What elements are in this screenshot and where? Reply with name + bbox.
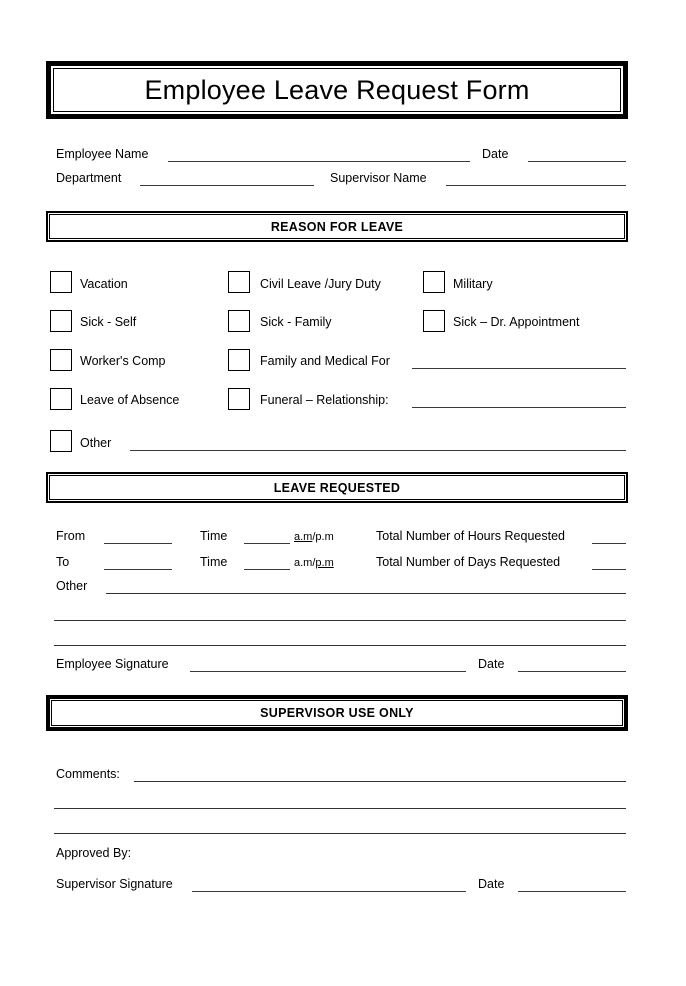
leave-requested-header-label: LEAVE REQUESTED xyxy=(273,480,401,495)
page-title: Employee Leave Request Form xyxy=(144,74,530,105)
form-title-box: Employee Leave Request Form xyxy=(46,61,628,119)
employee-signature-date-input[interactable] xyxy=(518,671,626,672)
employee-signature-label: Employee Signature xyxy=(56,657,169,671)
to-time-label: Time xyxy=(200,555,228,569)
checkbox-label-sick-dr-appointment: Sick – Dr. Appointment xyxy=(453,315,580,329)
total-hours-label: Total Number of Hours Requested xyxy=(376,529,565,543)
checkbox-label-vacation: Vacation xyxy=(80,277,128,291)
employee-name-label: Employee Name xyxy=(56,147,149,161)
checkbox-vacation[interactable] xyxy=(50,271,72,293)
comments-label: Comments: xyxy=(56,767,120,781)
total-days-label: Total Number of Days Requested xyxy=(376,555,561,569)
checkbox-funeral[interactable] xyxy=(228,388,250,410)
checkbox-label-other-reason: Other xyxy=(80,436,112,450)
checkbox-workers-comp[interactable] xyxy=(50,349,72,371)
checkbox-label-sick-self: Sick - Self xyxy=(80,315,137,329)
reason-for-leave-header-inner: REASON FOR LEAVE xyxy=(49,214,625,239)
supervisor-use-only-header: SUPERVISOR USE ONLY xyxy=(46,695,628,731)
checkbox-label-funeral: Funeral – Relationship: xyxy=(260,393,389,407)
from-time-input[interactable] xyxy=(244,543,290,544)
checkbox-other-reason[interactable] xyxy=(50,430,72,452)
family-and-medical-input[interactable] xyxy=(412,368,626,369)
checkbox-leave-of-absence[interactable] xyxy=(50,388,72,410)
form-title-inner: Employee Leave Request Form xyxy=(53,68,621,112)
employee-name-input[interactable] xyxy=(168,161,470,162)
supervisor-signature-date-label: Date xyxy=(478,877,505,891)
to-ampm-selector[interactable]: a.m/p.m xyxy=(294,558,334,569)
checkbox-civil-leave-jury-duty[interactable] xyxy=(228,271,250,293)
department-input[interactable] xyxy=(140,185,314,186)
comments-input-line-3[interactable] xyxy=(54,833,626,834)
from-time-label: Time xyxy=(200,529,228,543)
total-hours-input[interactable] xyxy=(592,543,626,544)
checkbox-military[interactable] xyxy=(423,271,445,293)
leave-requested-header-inner: LEAVE REQUESTED xyxy=(49,475,625,500)
checkbox-label-workers-comp: Worker's Comp xyxy=(80,354,166,368)
leave-other-input-line-3[interactable] xyxy=(54,645,626,646)
other-reason-input[interactable] xyxy=(130,450,626,451)
to-ampm-pm[interactable]: p.m xyxy=(315,557,333,569)
leave-other-input-line-2[interactable] xyxy=(54,620,626,621)
to-label: To xyxy=(56,555,70,569)
supervisor-signature-input[interactable] xyxy=(192,891,466,892)
to-time-input[interactable] xyxy=(244,569,290,570)
date-input[interactable] xyxy=(528,161,626,162)
supervisor-signature-label: Supervisor Signature xyxy=(56,877,173,891)
supervisor-use-only-header-inner: SUPERVISOR USE ONLY xyxy=(51,700,623,726)
employee-signature-input[interactable] xyxy=(190,671,466,672)
form-page: Employee Leave Request Form Employee Nam… xyxy=(0,0,686,986)
checkbox-sick-family[interactable] xyxy=(228,310,250,332)
checkbox-label-leave-of-absence: Leave of Absence xyxy=(80,393,180,407)
reason-for-leave-header-label: REASON FOR LEAVE xyxy=(270,219,404,234)
approved-by-label: Approved By: xyxy=(56,846,132,860)
checkbox-label-sick-family: Sick - Family xyxy=(260,315,332,329)
leave-other-input-line-1[interactable] xyxy=(106,593,626,594)
leave-other-label: Other xyxy=(56,579,88,593)
checkbox-sick-self[interactable] xyxy=(50,310,72,332)
comments-input-line-2[interactable] xyxy=(54,808,626,809)
reason-for-leave-header: REASON FOR LEAVE xyxy=(46,211,628,242)
from-input[interactable] xyxy=(104,543,172,544)
employee-signature-date-label: Date xyxy=(478,657,505,671)
leave-requested-header: LEAVE REQUESTED xyxy=(46,472,628,503)
from-ampm-selector[interactable]: a.m/p.m xyxy=(294,532,334,543)
from-ampm-pm[interactable]: p.m xyxy=(315,531,333,543)
checkbox-label-civil-leave-jury-duty: Civil Leave /Jury Duty xyxy=(260,277,381,291)
to-input[interactable] xyxy=(104,569,172,570)
total-days-input[interactable] xyxy=(592,569,626,570)
checkbox-label-family-and-medical: Family and Medical For xyxy=(260,354,390,368)
funeral-relationship-input[interactable] xyxy=(412,407,626,408)
checkbox-family-and-medical[interactable] xyxy=(228,349,250,371)
supervisor-name-input[interactable] xyxy=(446,185,626,186)
to-ampm-am[interactable]: a.m xyxy=(294,557,312,569)
supervisor-signature-date-input[interactable] xyxy=(518,891,626,892)
supervisor-name-label: Supervisor Name xyxy=(330,171,427,185)
department-label: Department xyxy=(56,171,122,185)
comments-input-line-1[interactable] xyxy=(134,781,626,782)
checkbox-sick-dr-appointment[interactable] xyxy=(423,310,445,332)
from-ampm-am[interactable]: a.m xyxy=(294,531,312,543)
from-label: From xyxy=(56,529,86,543)
supervisor-use-only-header-label: SUPERVISOR USE ONLY xyxy=(260,706,414,720)
date-label: Date xyxy=(482,147,509,161)
checkbox-label-military: Military xyxy=(453,277,493,291)
